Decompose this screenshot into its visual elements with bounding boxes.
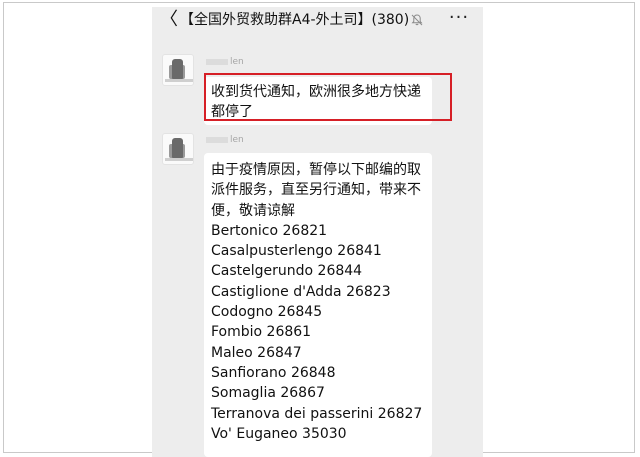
postcode-entry: Castelgerundo 26844 xyxy=(211,263,363,280)
sender-name: len xyxy=(206,135,244,145)
sender-name-text: len xyxy=(230,135,244,145)
postcode-entry: Vo' Euganeo 35030 xyxy=(211,425,347,442)
avatar-caption xyxy=(165,158,193,161)
sender-name: len xyxy=(206,57,244,67)
message-bubble[interactable]: 由于疫情原因，暂停以下邮编的取 派件服务，直至另行通知，带来不 便，敬请谅解 B… xyxy=(204,153,432,457)
redacted-name xyxy=(206,58,228,65)
redacted-name xyxy=(206,136,228,143)
highlight-box xyxy=(204,73,452,121)
chat-title: 【全国外贸救助群A4-外土司】(380) xyxy=(180,12,410,28)
back-button[interactable]: 〈 xyxy=(160,10,178,30)
postcode-entry: Castiglione d'Adda 26823 xyxy=(211,283,391,300)
screenshot-page: 〈 【全国外贸救助群A4-外土司】(380) ··· len 收到货代通知，欧洲… xyxy=(0,0,640,457)
bell-off-icon xyxy=(411,14,423,26)
chat-header: 〈 【全国外贸救助群A4-外土司】(380) ··· xyxy=(152,7,483,35)
message-text-line: 便，敬请谅解 xyxy=(211,202,295,219)
sender-avatar[interactable] xyxy=(162,133,194,165)
postcode-entry: Codogno 26845 xyxy=(211,304,323,321)
postcode-entry: Bertonico 26821 xyxy=(211,222,328,239)
postcode-entry: Casalpusterlengo 26841 xyxy=(211,243,382,260)
postcode-entry: Terranova dei passerini 26827 xyxy=(211,405,423,422)
avatar-caption xyxy=(165,79,193,82)
message-text-line: 由于疫情原因，暂停以下邮编的取 xyxy=(211,162,421,178)
postcode-entry: Somaglia 26867 xyxy=(211,385,325,402)
avatar-shape xyxy=(172,138,183,158)
sender-avatar[interactable] xyxy=(162,54,194,86)
sender-name-text: len xyxy=(230,57,244,67)
avatar-shape xyxy=(172,59,183,79)
postcode-entry: Fombio 26861 xyxy=(211,324,312,341)
postcode-entry: Maleo 26847 xyxy=(211,344,302,361)
postcode-entry: Sanfiorano 26848 xyxy=(211,364,336,381)
message-text-line: 派件服务，直至另行通知，带来不 xyxy=(211,182,421,199)
more-options-button[interactable]: ··· xyxy=(448,8,470,30)
